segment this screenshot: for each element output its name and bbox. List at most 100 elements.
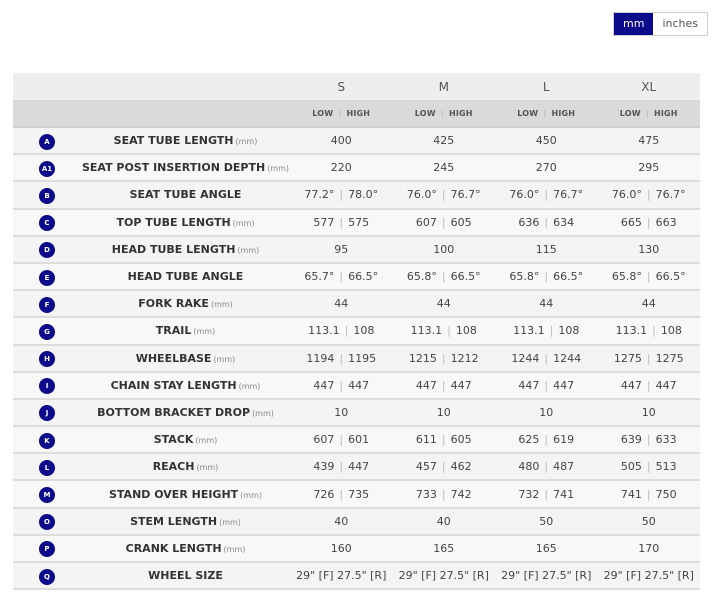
value-cell-xl: 50 [598, 508, 701, 535]
low-value: 113.1 [615, 324, 648, 338]
measurement-badge: G [39, 323, 55, 340]
low-value: 577 [313, 215, 335, 229]
size-header-row: S M L XL [13, 73, 700, 100]
unit-label: (mm) [210, 300, 233, 310]
badge-cell: M [13, 480, 81, 507]
high-value: 742 [450, 487, 472, 501]
value-cell-xl: 475 [598, 127, 701, 154]
separator: | [339, 270, 344, 284]
value-cell-xl: 295 [598, 154, 701, 181]
unit-label: (mm) [219, 517, 241, 527]
value-cell-s: 113.1 | 108 [290, 317, 393, 344]
table-row: C TOP TUBE LENGTH (mm) 577 | 575 607 | 605 636 | 63… [13, 208, 700, 236]
badge-cell: J [13, 399, 81, 426]
value-cell-m: 457 | 462 [393, 453, 496, 480]
value: 165 [433, 541, 455, 555]
high-value: 605 [450, 433, 472, 447]
value: 29" [F] 27.5" [R] [603, 569, 694, 583]
value-cell-m: 607 | 605 [393, 209, 496, 236]
size-header: M [438, 79, 449, 94]
low-value: 625 [518, 433, 540, 447]
separator: | [447, 324, 451, 338]
value-cell-xl: 65.8° | 66.5° [598, 263, 701, 290]
value: 50 [641, 514, 656, 528]
high-value: 575 [348, 215, 370, 229]
table-row: F FORK RAKE (mm) 44 44 44 44 [13, 290, 701, 318]
high-value: 108 [660, 324, 682, 338]
value-cell-s: 40 [290, 508, 393, 535]
low-value: 1244 [511, 351, 540, 365]
value-cell-m: 100 [393, 236, 496, 263]
measurement-badge: A [39, 133, 55, 150]
measurement-name: SEAT POST INSERTION DEPTH [81, 161, 266, 175]
separator: | [646, 188, 651, 202]
measurement-name: SEAT TUBE ANGLE [129, 188, 242, 202]
unit-option-mm[interactable]: mm [614, 13, 654, 35]
measurement-label: TOP TUBE LENGTH (mm) [81, 209, 290, 236]
low-value: 76.0° [611, 188, 642, 202]
value-cell-l: 450 [495, 127, 598, 154]
low-value: 505 [620, 460, 642, 474]
separator: | [646, 487, 651, 501]
low-value: 113.1 [513, 324, 545, 338]
low-value: 639 [620, 433, 642, 447]
unit-label: (mm) [196, 463, 219, 473]
separator: | [543, 108, 547, 118]
value: 10 [641, 405, 656, 419]
measurement-label: WHEEL SIZE [81, 562, 290, 589]
measurement-badge: E [39, 269, 55, 286]
value: 170 [638, 541, 660, 555]
high-value: 1212 [450, 351, 479, 365]
low-high-header: LOW | HIGH [290, 100, 393, 127]
low-value: 447 [415, 378, 437, 392]
high-value: 513 [655, 460, 677, 474]
low-value: 76.0° [509, 188, 540, 202]
value: 44 [539, 297, 554, 311]
header-spacer [13, 100, 81, 127]
badge-cell: A [13, 127, 81, 154]
high-label: HIGH [448, 108, 473, 118]
value: 295 [638, 161, 660, 175]
measurement-name: FORK RAKE [138, 297, 209, 311]
value-cell-l: 732 | 741 [495, 480, 598, 507]
table-row: K STACK (mm) 607 | 601 611 | 605 625 | 619 639 | 633 [13, 426, 700, 454]
value: 425 [433, 134, 455, 148]
value: 165 [535, 541, 557, 555]
value-cell-xl: 44 [598, 290, 701, 317]
table-row: M STAND OVER HEIGHT (mm) 726 | 735 733 | 742 732 |… [13, 480, 700, 508]
value-cell-l: 270 [495, 154, 598, 181]
value: 130 [638, 242, 660, 256]
value-cell-l: 65.8° | 66.5° [495, 263, 598, 290]
measurement-label: BOTTOM BRACKET DROP (mm) [81, 399, 290, 426]
separator: | [339, 487, 344, 501]
table-row: A1 SEAT POST INSERTION DEPTH (mm) 220 245 270… [13, 154, 701, 182]
measurement-badge: Q [39, 568, 55, 585]
value-cell-m: 113.1 | 108 [393, 317, 496, 344]
value-cell-xl: 1275 | 1275 [598, 345, 701, 372]
badge-cell: A1 [13, 154, 81, 181]
measurement-badge: B [39, 187, 55, 204]
unit-label: (mm) [252, 408, 274, 418]
unit-toggle: mm inches [613, 12, 708, 36]
separator: | [646, 433, 651, 447]
low-value: 665 [620, 215, 642, 229]
header-spacer [81, 100, 290, 127]
value-cell-m: 1215 | 1212 [393, 345, 496, 372]
badge-cell: D [13, 236, 81, 263]
value-cell-m: 44 [393, 290, 496, 317]
table-row: G TRAIL (mm) 113.1 | 108 113.1 | 108 113.1 | 108 113… [13, 317, 700, 345]
high-value: 750 [655, 487, 677, 501]
value: 10 [436, 405, 451, 419]
value-cell-l: 44 [495, 290, 598, 317]
separator: | [544, 270, 549, 284]
unit-option-inches[interactable]: inches [653, 13, 707, 35]
value: 400 [330, 134, 352, 148]
value-cell-s: 400 [290, 127, 393, 154]
measurement-badge: L [39, 459, 55, 476]
value: 10 [539, 405, 554, 419]
unit-label: (mm) [267, 164, 290, 174]
badge-cell: G [13, 317, 81, 344]
value-cell-s: 577 | 575 [290, 209, 393, 236]
separator: | [646, 460, 651, 474]
measurement-name: TRAIL [155, 324, 192, 338]
